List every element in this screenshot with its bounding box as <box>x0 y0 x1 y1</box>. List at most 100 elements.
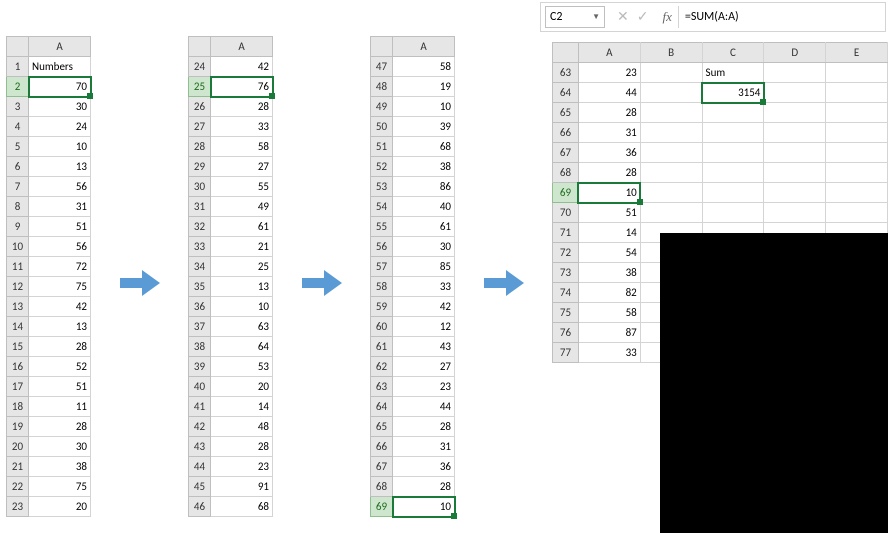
cell[interactable] <box>702 163 764 183</box>
row-header[interactable]: 75 <box>553 303 579 323</box>
cell[interactable]: 56 <box>29 177 91 197</box>
row-header[interactable]: 31 <box>189 197 211 217</box>
row-header[interactable]: 18 <box>7 397 29 417</box>
row-header[interactable]: 69 <box>553 183 579 203</box>
row-header[interactable]: 64 <box>553 83 579 103</box>
cell[interactable]: 13 <box>29 157 91 177</box>
cell[interactable]: 33 <box>578 343 640 363</box>
cell[interactable]: 20 <box>29 497 91 517</box>
cell[interactable]: 36 <box>578 143 640 163</box>
row-header[interactable]: 53 <box>371 177 393 197</box>
cell[interactable]: 30 <box>29 97 91 117</box>
cell[interactable]: 28 <box>29 337 91 357</box>
cell[interactable] <box>764 123 826 143</box>
cell[interactable]: 70 <box>29 77 91 97</box>
row-header[interactable]: 19 <box>7 417 29 437</box>
cell[interactable]: 86 <box>393 177 455 197</box>
cell[interactable]: 13 <box>211 277 273 297</box>
cell[interactable] <box>764 163 826 183</box>
cell[interactable]: 13 <box>29 317 91 337</box>
formula-input[interactable]: =SUM(A:A) <box>678 6 885 28</box>
row-header[interactable]: 44 <box>189 457 211 477</box>
row-header[interactable]: 24 <box>189 57 211 77</box>
row-header[interactable]: 27 <box>189 117 211 137</box>
cell[interactable]: 56 <box>29 237 91 257</box>
cell[interactable]: 31 <box>578 123 640 143</box>
cell[interactable]: 36 <box>393 457 455 477</box>
column-header[interactable]: B <box>640 43 702 63</box>
row-header[interactable]: 50 <box>371 117 393 137</box>
row-header[interactable]: 67 <box>371 457 393 477</box>
cell[interactable] <box>826 163 888 183</box>
cell[interactable]: 52 <box>29 357 91 377</box>
row-header[interactable]: 34 <box>189 257 211 277</box>
cell[interactable]: 53 <box>211 357 273 377</box>
row-header[interactable]: 61 <box>371 337 393 357</box>
cell[interactable]: 44 <box>393 397 455 417</box>
cell[interactable]: 68 <box>393 137 455 157</box>
cell[interactable]: 75 <box>29 477 91 497</box>
row-header[interactable]: 13 <box>7 297 29 317</box>
cell[interactable]: 38 <box>393 157 455 177</box>
corner[interactable] <box>7 37 29 57</box>
cell[interactable]: 64 <box>211 337 273 357</box>
cell[interactable]: 61 <box>211 217 273 237</box>
cell[interactable]: 23 <box>578 63 640 83</box>
cell[interactable]: 38 <box>29 457 91 477</box>
cell[interactable] <box>826 83 888 103</box>
chevron-down-icon[interactable]: ▼ <box>592 12 600 22</box>
cell[interactable]: 28 <box>578 163 640 183</box>
fx-icon[interactable]: fx <box>656 9 677 25</box>
row-header[interactable]: 15 <box>7 337 29 357</box>
column-header[interactable]: D <box>764 43 826 63</box>
row-header[interactable]: 30 <box>189 177 211 197</box>
row-header[interactable]: 7 <box>7 177 29 197</box>
row-header[interactable]: 65 <box>553 103 579 123</box>
cell[interactable]: 12 <box>393 317 455 337</box>
cell[interactable]: 43 <box>393 337 455 357</box>
row-header[interactable]: 54 <box>371 197 393 217</box>
row-header[interactable]: 20 <box>7 437 29 457</box>
row-header[interactable]: 66 <box>371 437 393 457</box>
cell[interactable]: 24 <box>29 117 91 137</box>
cell[interactable]: 31 <box>393 437 455 457</box>
row-header[interactable]: 21 <box>7 457 29 477</box>
column-header[interactable]: A <box>393 37 455 57</box>
cell[interactable]: 42 <box>393 297 455 317</box>
row-header[interactable]: 73 <box>553 263 579 283</box>
row-header[interactable]: 26 <box>189 97 211 117</box>
cell[interactable] <box>640 83 702 103</box>
row-header[interactable]: 62 <box>371 357 393 377</box>
cell[interactable]: 31 <box>29 197 91 217</box>
row-header[interactable]: 52 <box>371 157 393 177</box>
cell[interactable]: 25 <box>211 257 273 277</box>
cell[interactable]: 61 <box>393 217 455 237</box>
cell[interactable]: 68 <box>211 497 273 517</box>
row-header[interactable]: 76 <box>553 323 579 343</box>
cell[interactable]: 75 <box>29 277 91 297</box>
cell[interactable] <box>764 63 826 83</box>
row-header[interactable]: 71 <box>553 223 579 243</box>
grid-panel-1[interactable]: A1Numbers2703304245106137568319511056117… <box>6 36 91 517</box>
row-header[interactable]: 14 <box>7 317 29 337</box>
row-header[interactable]: 72 <box>553 243 579 263</box>
row-header[interactable]: 55 <box>371 217 393 237</box>
cell[interactable]: 28 <box>211 97 273 117</box>
row-header[interactable]: 63 <box>371 377 393 397</box>
row-header[interactable]: 74 <box>553 283 579 303</box>
cancel-icon[interactable]: ✕ <box>617 10 629 24</box>
row-header[interactable]: 45 <box>189 477 211 497</box>
cell[interactable]: 87 <box>578 323 640 343</box>
row-header[interactable]: 47 <box>371 57 393 77</box>
row-header[interactable]: 69 <box>371 497 393 517</box>
cell[interactable]: 33 <box>393 277 455 297</box>
cell[interactable]: 11 <box>29 397 91 417</box>
cell[interactable]: 38 <box>578 263 640 283</box>
cell[interactable] <box>640 63 702 83</box>
corner[interactable] <box>553 43 579 63</box>
row-header[interactable]: 10 <box>7 237 29 257</box>
row-header[interactable]: 11 <box>7 257 29 277</box>
cell[interactable] <box>640 183 702 203</box>
row-header[interactable]: 23 <box>7 497 29 517</box>
name-box[interactable]: C2 ▼ <box>545 6 605 28</box>
